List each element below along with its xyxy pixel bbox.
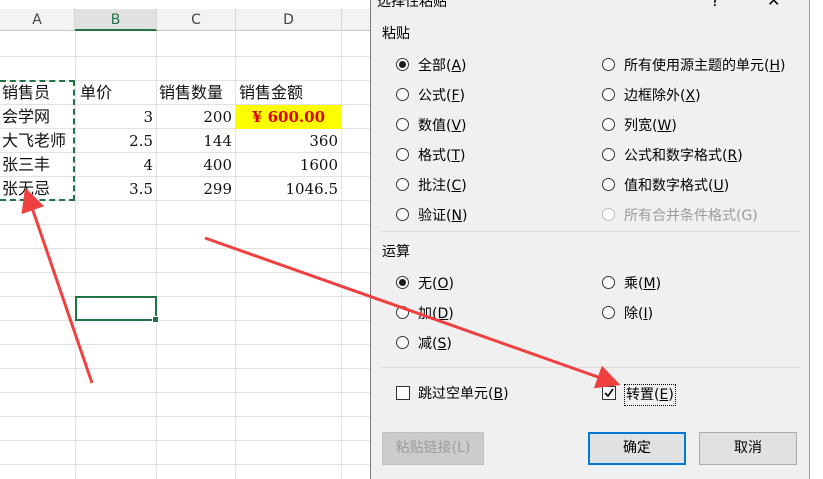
arrow-to-source-range [21, 187, 94, 384]
annotation-arrows [21, 187, 621, 389]
arrow-to-transpose [204, 236, 621, 389]
